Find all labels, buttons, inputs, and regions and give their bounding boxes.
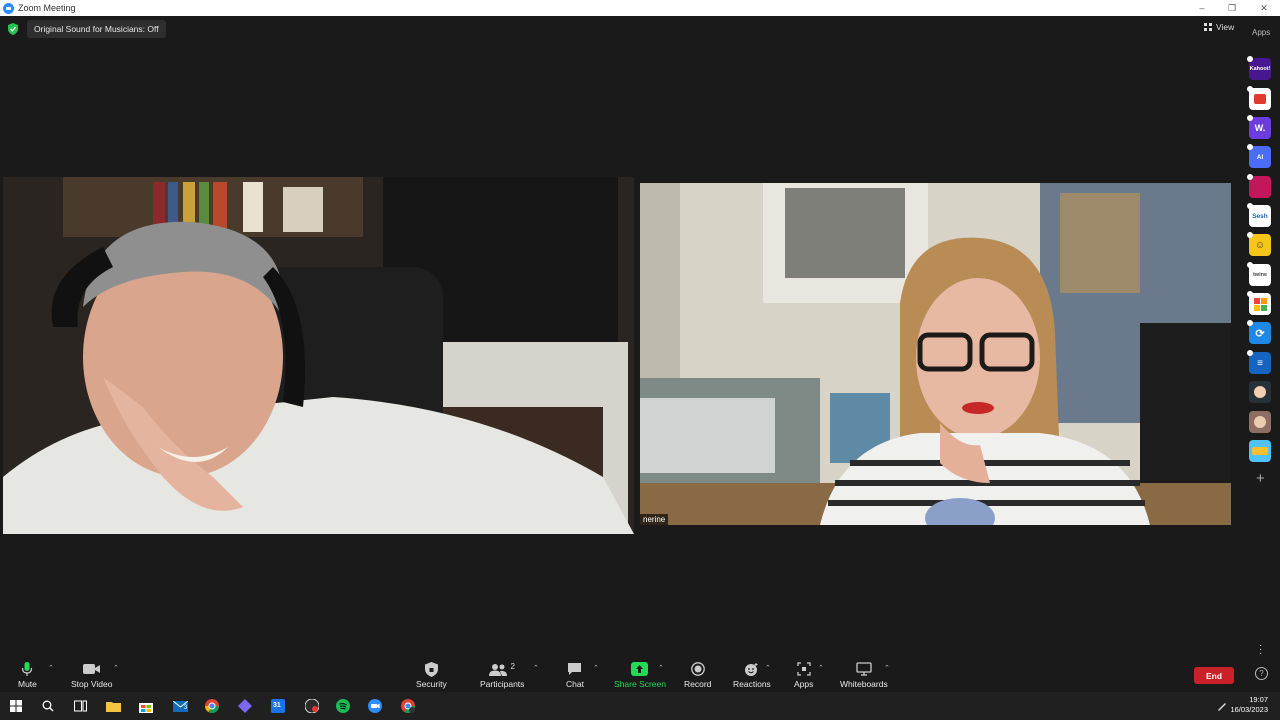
whiteboards-options-caret[interactable]: ⌃ [884,664,890,672]
side-app-avatar1[interactable] [1249,381,1271,403]
windows-taskbar: 3 31 19:07 16/03/2023 [0,692,1280,720]
more-options-icon[interactable]: · · · [1259,641,1262,659]
task-view-icon[interactable] [72,698,88,714]
file-explorer-icon[interactable] [105,698,121,714]
record-icon [690,662,705,676]
side-app-wooclap[interactable]: W. [1247,115,1271,139]
stop-video-button[interactable]: Stop Video [71,660,112,689]
chat-options-caret[interactable]: ⌃ [593,664,599,672]
close-button[interactable]: ✕ [1249,0,1279,16]
share-screen-icon [631,662,649,676]
clock-date: 16/03/2023 [1230,705,1268,714]
view-label: View [1216,22,1235,32]
side-app-stripes[interactable] [1247,174,1271,198]
participants-button[interactable]: 2 Participants [480,660,524,690]
reactions-smiley-icon [745,662,758,676]
security-button[interactable]: Security [416,660,447,689]
view-button[interactable]: View [1204,22,1234,32]
original-sound-status[interactable]: Original Sound for Musicians: Off [27,20,166,38]
store-icon[interactable] [138,698,154,714]
video-options-caret[interactable]: ⌃ [113,664,119,672]
restore-button[interactable]: ❐ [1217,0,1247,16]
apps-button[interactable]: Apps [794,660,813,689]
pen-icon[interactable] [1214,698,1230,714]
whiteboards-button[interactable]: Whiteboards [840,660,888,689]
calendar-day: 31 [273,702,281,709]
side-app-red[interactable] [1247,86,1271,110]
teams-app-icon[interactable] [237,698,253,714]
apps-panel-label[interactable]: Apps [1252,28,1270,37]
video-feed-man [3,177,634,534]
whiteboard-icon [856,662,872,676]
reactions-options-caret[interactable]: ⌃ [765,664,771,672]
apps-options-caret[interactable]: ⌃ [818,664,824,672]
shield-icon [424,661,438,677]
record-button[interactable]: Record [684,660,711,689]
minimize-button[interactable]: – [1187,0,1217,16]
chrome-icon[interactable] [204,698,220,714]
search-icon[interactable] [40,698,56,714]
spotify-icon[interactable] [335,698,351,714]
participant-video-left[interactable] [3,177,634,534]
participant-name-label: nerine [640,514,669,525]
meeting-toolbar: Mute ⌃ Stop Video ⌃ Security 2 Participa… [0,656,1280,692]
video-feed-woman [640,183,1231,525]
side-app-ai[interactable]: AI [1247,144,1271,168]
side-app-smile[interactable]: ☺ [1247,232,1271,256]
add-app-icon[interactable]: + [1256,470,1265,487]
clock-time: 19:07 [1249,695,1268,704]
side-app-e[interactable]: ≡ [1247,350,1271,374]
grid-view-icon [1204,23,1212,31]
participants-options-caret[interactable]: ⌃ [533,664,539,672]
side-app-twine[interactable]: twine [1247,262,1271,286]
mute-button[interactable]: Mute [18,660,37,689]
side-app-avatar2[interactable] [1249,411,1271,433]
zoom-logo-icon [3,2,14,14]
side-app-grid[interactable] [1247,291,1271,315]
participants-count: 2 [510,661,515,671]
side-app-sync[interactable]: ⟳ [1247,320,1271,344]
side-app-sesh[interactable]: Sesh [1247,203,1271,227]
help-icon[interactable]: ? [1255,667,1268,680]
share-options-caret[interactable]: ⌃ [658,664,664,672]
microphone-icon [22,662,33,676]
side-app-scene[interactable] [1249,440,1271,462]
chat-bubble-icon [568,663,582,675]
participants-icon [489,663,508,676]
window-titlebar: Zoom Meeting – ❐ ✕ [0,0,1280,16]
zoom-taskbar-icon[interactable] [367,698,383,714]
mail-badge-count: 3 [184,705,188,711]
chat-button[interactable]: Chat [566,660,584,689]
participant-video-right[interactable] [640,183,1231,525]
chrome-profile-icon[interactable] [400,698,416,714]
windows-start-icon[interactable] [8,698,24,714]
video-camera-icon [82,664,100,674]
apps-icon [797,662,811,676]
calendar-icon[interactable]: 31 [270,698,286,714]
side-app-kahoot[interactable]: Kahoot! [1247,56,1271,80]
security-shield-icon [8,23,18,35]
obs-icon[interactable] [302,698,322,714]
system-clock[interactable]: 19:07 16/03/2023 [1230,695,1268,715]
window-title: Zoom Meeting [18,3,76,13]
end-meeting-button[interactable]: End [1194,667,1234,684]
mail-icon[interactable]: 3 [172,698,188,714]
audio-options-caret[interactable]: ⌃ [48,664,54,672]
